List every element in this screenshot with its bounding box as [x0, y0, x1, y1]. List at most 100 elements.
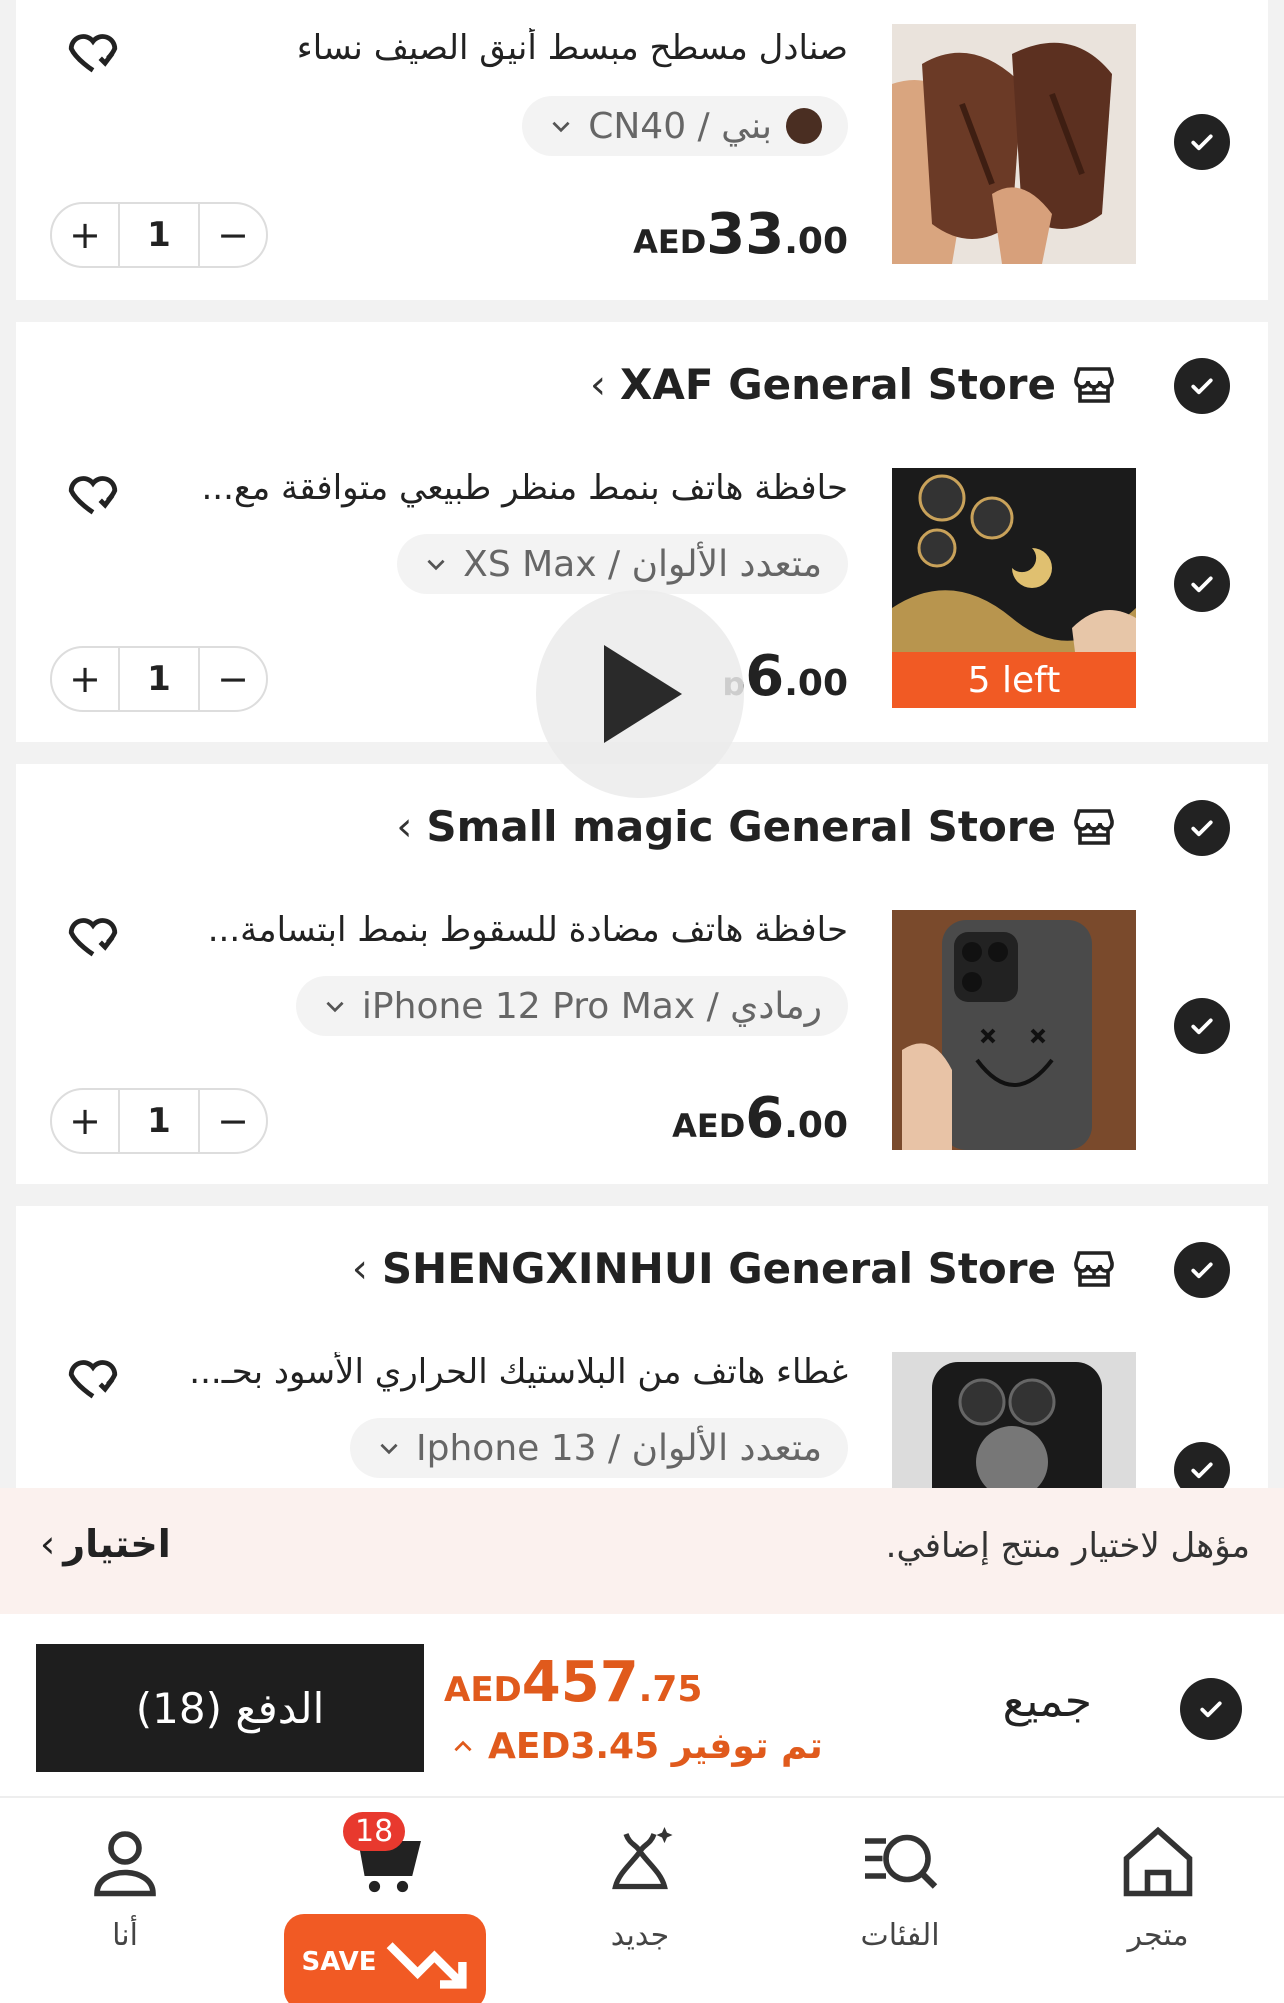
quantity-decrease-button[interactable]: −: [200, 204, 266, 266]
trend-down-icon: [387, 1942, 468, 1989]
checkout-button[interactable]: الدفع (18): [36, 1644, 424, 1772]
price-integer: 6: [745, 1086, 785, 1151]
variant-selector[interactable]: رمادي / iPhone 12 Pro Max: [295, 976, 848, 1036]
quantity-value: 1: [118, 1090, 200, 1152]
chevron-up-icon: [454, 1740, 472, 1751]
product-title[interactable]: حافظة هاتف مضادة للسقوط بنمط ابتسامة...: [128, 910, 848, 950]
total-currency: AED: [444, 1670, 522, 1710]
check-icon: [1191, 378, 1213, 395]
chevron-down-icon: [380, 1443, 398, 1455]
quantity-increase-button[interactable]: +: [52, 1090, 118, 1152]
chevron-left-icon: ‹: [590, 361, 606, 408]
sandals-image: [892, 24, 1136, 264]
phone-case-smile-image: [892, 910, 1136, 1150]
product-image[interactable]: [892, 910, 1136, 1150]
product-price: AED 6.00: [672, 1086, 848, 1151]
store-select-checkbox[interactable]: [1174, 800, 1230, 856]
checkout-bar: الدفع (18) AED 457.75 تم توفير AED3.45 جم…: [0, 1614, 1284, 1798]
store-name: Small magic General Store: [426, 802, 1056, 851]
quantity-decrease-button[interactable]: −: [200, 648, 266, 710]
promo-text: مؤهل لاختيار منتج إضافي.: [885, 1526, 1250, 1566]
store-name: SHENGXINHUI General Store: [381, 1244, 1056, 1293]
price-currency: AED: [672, 1107, 746, 1145]
new-sparkle-icon: [612, 1827, 673, 1890]
home-icon: [1123, 1826, 1193, 1897]
product-price: AED 33.00: [633, 202, 848, 267]
play-icon: [604, 645, 682, 743]
check-icon: [1191, 1018, 1213, 1035]
variant-selector[interactable]: متعدد الألوان / Iphone 13: [350, 1418, 848, 1478]
wishlist-heart-icon[interactable]: [64, 906, 122, 964]
tab-shop[interactable]: متجر: [1058, 1820, 1258, 1953]
chevron-left-icon: ‹: [351, 1245, 368, 1292]
quantity-increase-button[interactable]: +: [52, 648, 118, 710]
select-all-label: جميع: [1002, 1676, 1092, 1727]
store-header[interactable]: ‹ XAF General Store: [590, 360, 1118, 409]
price-integer: 6: [745, 644, 785, 709]
save-pill-label: SAVE: [301, 1947, 377, 1977]
wishlist-heart-icon[interactable]: [64, 1348, 122, 1406]
stock-left-badge: 5 left: [892, 652, 1136, 708]
promo-select-link[interactable]: ‹ اختيار: [40, 1522, 171, 1566]
store-header[interactable]: ‹ SHENGXINHUI General Store: [352, 1244, 1118, 1293]
item-select-checkbox[interactable]: [1174, 114, 1230, 170]
price-decimal: .00: [784, 1105, 848, 1146]
product-title[interactable]: صنادل مسطح مبسط أنيق الصيف نساء: [128, 28, 848, 68]
product-image[interactable]: [892, 1352, 1136, 1496]
variant-label: بني / CN40: [588, 105, 772, 147]
variant-selector[interactable]: بني / CN40: [522, 96, 848, 156]
variant-selector[interactable]: متعدد الألوان / XS Max: [397, 534, 848, 594]
categories-search-icon: [865, 1834, 938, 1889]
tab-new[interactable]: جديد: [540, 1820, 740, 1953]
bottom-nav: أنا 18 SAVE جديد الفئات متجر: [0, 1798, 1284, 2003]
store-icon: [1074, 808, 1114, 845]
check-icon: [1200, 1701, 1222, 1718]
quantity-decrease-button[interactable]: −: [200, 1090, 266, 1152]
store-select-checkbox[interactable]: [1174, 358, 1230, 414]
quantity-stepper: + 1 −: [50, 646, 268, 712]
savings-toggle[interactable]: تم توفير AED3.45: [450, 1726, 823, 1767]
phone-case-black-image: [892, 1352, 1136, 1496]
store-icon: [1074, 366, 1114, 403]
variant-label: متعدد الألوان / Iphone 13: [416, 1427, 822, 1469]
price-decimal: .00: [784, 221, 848, 262]
store-name: XAF General Store: [620, 360, 1056, 409]
product-image[interactable]: [892, 24, 1136, 264]
tab-me[interactable]: أنا: [25, 1820, 225, 1953]
tab-cart[interactable]: 18 SAVE: [283, 1812, 487, 2003]
savings-text: تم توفير AED3.45: [488, 1726, 823, 1767]
quantity-stepper: + 1 −: [50, 1088, 268, 1154]
check-icon: [1191, 134, 1213, 151]
video-play-button[interactable]: [536, 590, 744, 798]
save-pill: SAVE: [283, 1914, 487, 2003]
check-icon: [1191, 1462, 1213, 1479]
wishlist-heart-icon[interactable]: [64, 464, 122, 522]
store-header[interactable]: ‹ Small magic General Store: [396, 802, 1118, 851]
tab-categories[interactable]: الفئات: [800, 1820, 1000, 1953]
store-select-checkbox[interactable]: [1174, 1242, 1230, 1298]
chevron-down-icon: [427, 559, 445, 571]
item-select-checkbox[interactable]: [1174, 998, 1230, 1054]
item-select-checkbox[interactable]: [1174, 556, 1230, 612]
wishlist-heart-icon[interactable]: [64, 22, 122, 80]
product-title[interactable]: حافظة هاتف بنمط منظر طبيعي متوافقة مع...: [128, 468, 848, 508]
cart-count-badge: 18: [343, 1812, 406, 1851]
quantity-stepper: + 1 −: [50, 202, 268, 268]
product-image[interactable]: 5 left: [892, 468, 1136, 708]
quantity-value: 1: [118, 648, 200, 710]
variant-label: رمادي / iPhone 12 Pro Max: [361, 985, 822, 1027]
store-card: ‹ Small magic General Store حافظة هاتف م…: [16, 764, 1268, 1184]
price-integer: 33: [706, 202, 785, 267]
promo-banner: مؤهل لاختيار منتج إضافي. ‹ اختيار: [0, 1488, 1284, 1614]
price-decimal: .00: [784, 663, 848, 704]
tab-label: أنا: [112, 1918, 138, 1953]
quantity-increase-button[interactable]: +: [52, 204, 118, 266]
product-title[interactable]: غطاء هاتف من البلاستيك الحراري الأسود بح…: [128, 1352, 848, 1392]
total-integer: 457: [521, 1650, 639, 1715]
select-all-checkbox[interactable]: [1180, 1678, 1242, 1740]
check-icon: [1191, 1262, 1213, 1279]
chevron-left-icon: ‹: [40, 1522, 56, 1566]
tab-label: متجر: [1127, 1918, 1189, 1953]
chevron-left-icon: ‹: [396, 803, 413, 850]
chevron-down-icon: [552, 121, 570, 133]
